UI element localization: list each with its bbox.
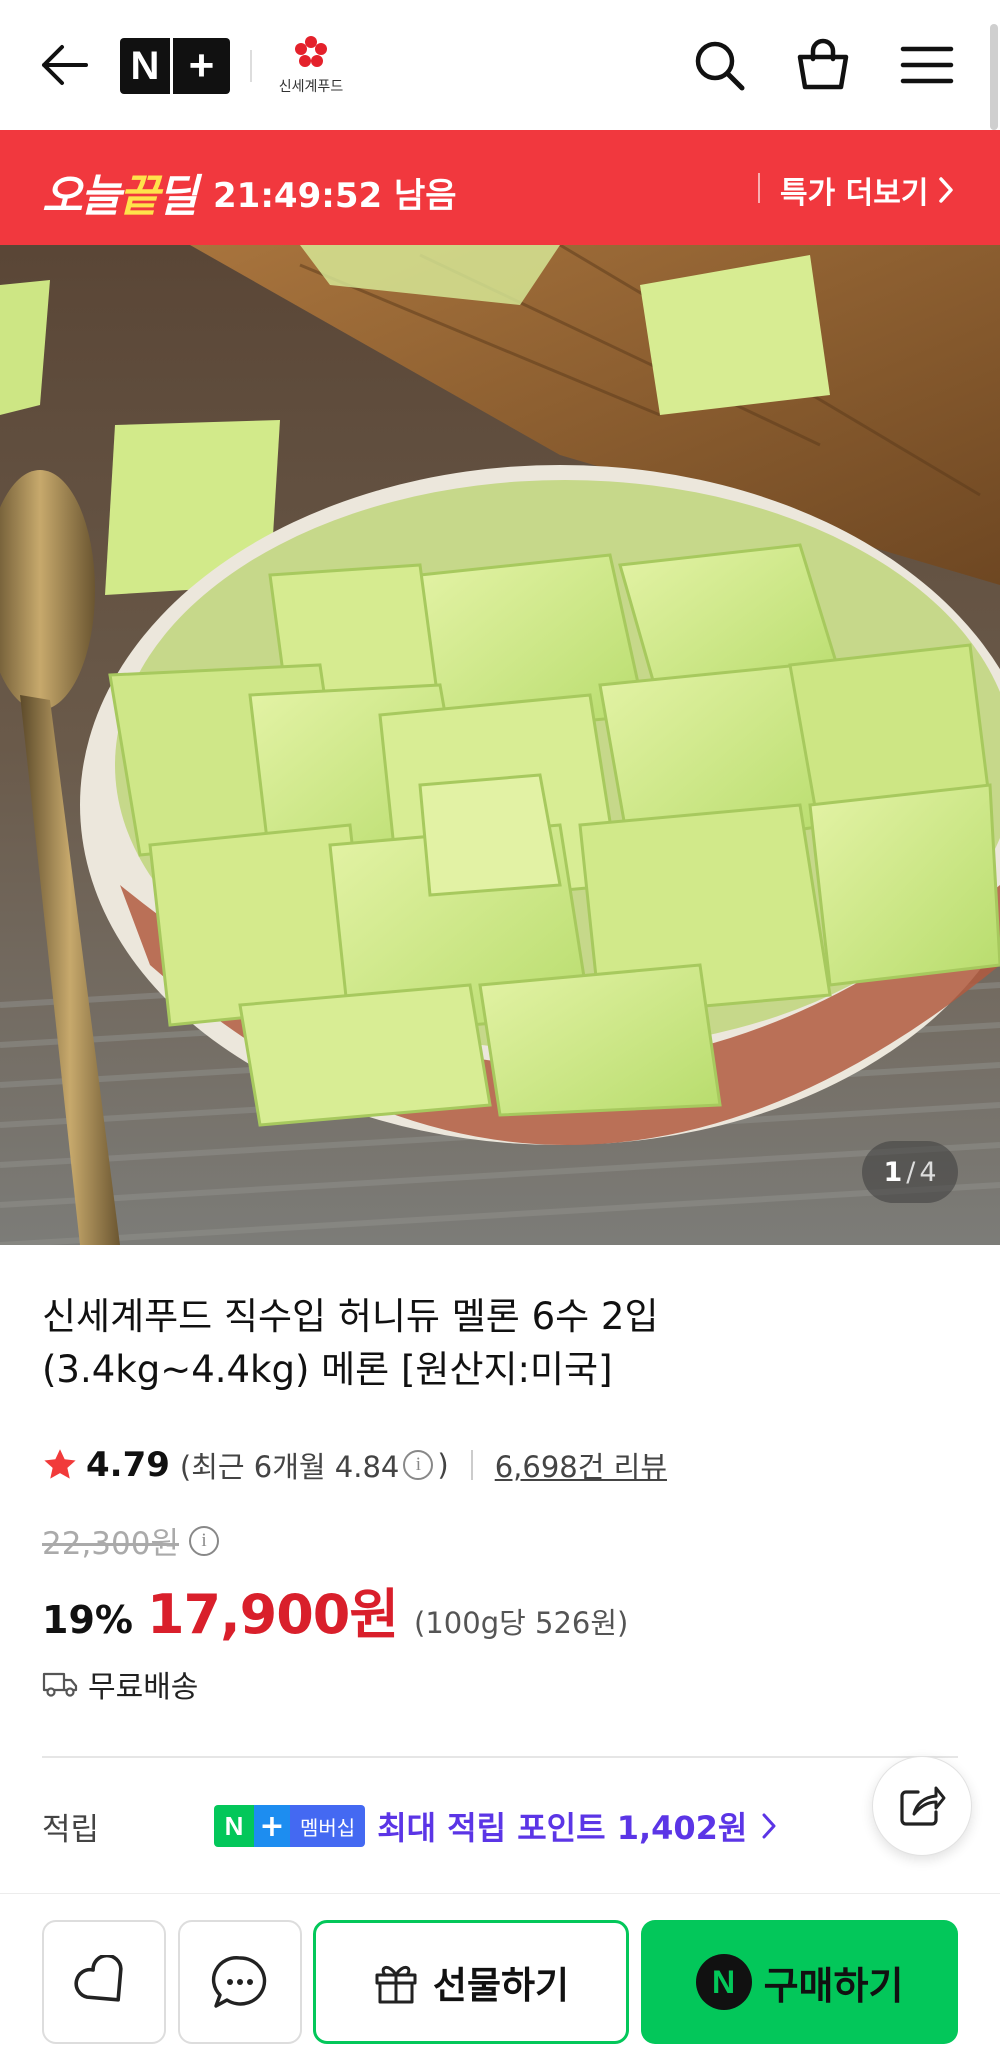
chevron-right-icon	[762, 1813, 776, 1839]
review-count-link[interactable]: 6,698건 리뷰	[495, 1444, 667, 1486]
gift-icon	[375, 1966, 417, 2004]
brand-name: 신세계푸드	[278, 79, 344, 95]
shipping-row: 무료배송	[42, 1660, 198, 1708]
heart-icon	[74, 1955, 123, 2002]
back-arrow-icon	[42, 45, 88, 85]
logo-plus: +	[188, 41, 215, 90]
logo-n: N	[130, 43, 160, 88]
points-row[interactable]: 적립 N + 멤버십 최대 적립 포인트 1,402원	[42, 1796, 777, 1856]
menu-button[interactable]	[892, 30, 962, 100]
recent-rating: (최근 6개월 4.84	[179, 1450, 400, 1484]
deal-countdown: 21:49:52 남음	[213, 176, 457, 216]
rating-row: 4.79 (최근 6개월 4.84 i ) 6,698건 리뷰	[42, 1440, 667, 1490]
image-counter: 1 / 4	[862, 1141, 958, 1203]
chat-bubble-icon	[211, 1956, 267, 2008]
search-icon	[695, 41, 745, 91]
chevron-right-icon	[939, 177, 954, 203]
sale-price: 17,900원	[146, 1583, 399, 1646]
unit-price: (100g당 526원)	[414, 1606, 629, 1640]
deal-more-link[interactable]: 특가 더보기	[780, 168, 954, 212]
delivery-truck-icon	[42, 1672, 78, 1697]
honeydew-melon-photo	[0, 245, 1000, 1245]
section-divider	[42, 1756, 958, 1758]
original-price-row: 22,300원 i	[42, 1518, 223, 1563]
hamburger-menu-icon	[900, 46, 954, 84]
max-points-text: 최대 적립 포인트 1,402원	[377, 1809, 748, 1847]
info-icon[interactable]: i	[189, 1525, 219, 1556]
product-image-carousel[interactable]	[0, 245, 1000, 1245]
shipping-label: 무료배송	[88, 1670, 199, 1705]
brand-flower-icon	[295, 36, 327, 67]
original-price: 22,300원	[42, 1526, 179, 1562]
search-button[interactable]	[684, 30, 754, 100]
talk-talk-button[interactable]	[178, 1920, 302, 2044]
cart-button[interactable]	[788, 30, 858, 100]
price-row: 19% 17,900원 (100g당 526원)	[42, 1570, 628, 1646]
product-title: 신세계푸드 직수입 허니듀 멜론 6수 2입 (3.4kg~4.4kg) 메론 …	[42, 1295, 659, 1391]
back-button[interactable]	[28, 30, 98, 100]
buy-button[interactable]: N 구매하기	[641, 1920, 958, 2044]
gift-button[interactable]: 선물하기	[313, 1920, 629, 2044]
today-deal-logo: 오늘끝딜	[42, 171, 198, 222]
star-icon	[44, 1449, 76, 1479]
discount-rate: 19%	[42, 1598, 133, 1642]
brand-logo[interactable]: 신세계푸드	[270, 34, 352, 98]
scrollbar[interactable]	[990, 24, 998, 130]
top-header: N + 신세계푸드	[0, 0, 1000, 130]
wishlist-button[interactable]	[42, 1920, 166, 2044]
rating-score: 4.79	[86, 1445, 170, 1485]
naver-plus-logo[interactable]: N +	[120, 38, 230, 94]
naver-pay-icon: N	[695, 1954, 752, 2010]
bottom-action-bar: 선물하기 N 구매하기	[0, 1893, 1000, 2070]
share-icon	[900, 1786, 946, 1826]
share-button[interactable]	[872, 1756, 972, 1856]
shopping-bag-icon	[797, 38, 849, 90]
membership-badge: N + 멤버십	[214, 1805, 366, 1847]
points-label: 적립	[42, 1811, 100, 1848]
today-deal-bar: 오늘끝딜 21:49:52 남음 특가 더보기	[0, 130, 1000, 245]
info-icon[interactable]: i	[403, 1450, 434, 1480]
